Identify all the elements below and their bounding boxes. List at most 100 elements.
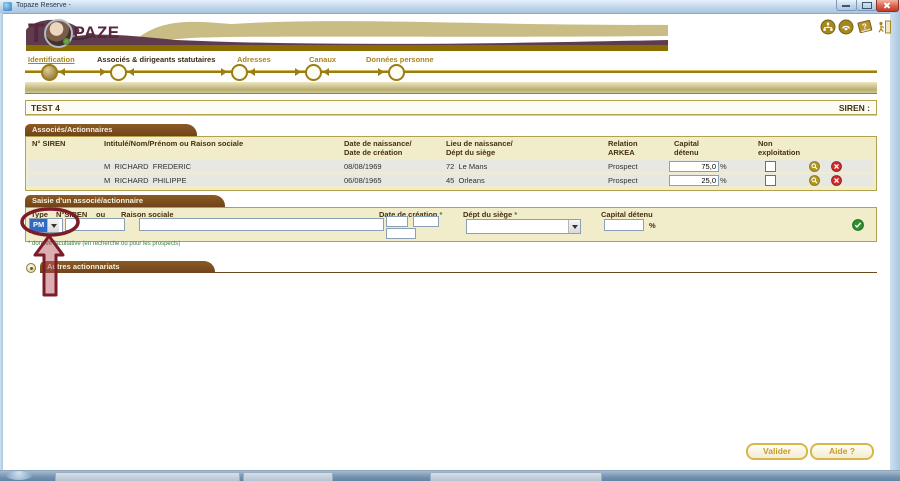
nav-step-channels[interactable]: Canaux [309,55,336,64]
minimize-button[interactable] [836,0,857,11]
help-book-icon[interactable]: ? [856,18,874,35]
taskbar-item[interactable] [243,472,333,481]
start-button[interactable] [6,471,32,480]
phone-icon[interactable] [838,19,854,35]
wizard-arrow-icon [59,68,65,76]
row-relation: Prospect [608,176,638,185]
col-header-capital: Capitaldétenu [674,140,699,157]
logo-portrait-avatar [44,19,73,48]
logo-text: PAZE [74,23,120,43]
window-frame-left [0,13,3,470]
col-header-birthdate: Date de naissance/Date de création [344,140,412,157]
window-title: Topaze Reserve - [16,2,71,9]
required-mark: * [439,210,442,219]
contacts-icon[interactable] [820,19,836,35]
percent-label: % [720,162,727,171]
associate-entry-form: Type N°SIREN ou Raison sociale Date de c… [25,207,877,242]
wizard-node-channels[interactable] [305,64,322,81]
window-titlebar: Topaze Reserve - [0,0,900,14]
capital-held-input[interactable] [669,161,719,172]
nav-step-person-data[interactable]: Données personne [366,55,434,64]
section-title-other-shareholdings: Autres actionnariats [40,261,215,273]
col-header-non-exploitation: Nonexploitation [758,140,800,157]
help-button[interactable]: Aide ? [810,443,874,460]
wizard-arrow-icon [323,68,329,76]
confirm-entry-icon[interactable] [852,219,864,231]
siren-input[interactable] [65,218,125,231]
wizard-arrow-icon [378,68,384,76]
capital-input[interactable] [604,219,644,231]
non-exploitation-checkbox[interactable] [765,175,776,186]
row-birthdate: 06/08/1965 [344,176,382,185]
section-title-associates: Associés/Actionnaires [25,124,197,136]
dept-label: Dépt du siège * [463,210,517,219]
entity-name: TEST 4 [31,103,60,113]
application-window: Topaze Reserve - T PAZE [0,0,900,481]
wizard-progress-line [25,70,877,73]
company-name-input[interactable] [139,218,384,231]
minimize-icon [842,5,850,7]
type-select-value: PM [30,219,47,232]
wizard-arrow-icon [128,68,134,76]
logo-letter-t: T [28,20,43,46]
non-exploitation-checkbox[interactable] [765,161,776,172]
taskbar-item[interactable] [55,472,240,481]
row-name: M RICHARD FREDERIC [104,162,191,171]
chevron-down-icon[interactable] [568,220,580,233]
lookup-icon[interactable] [809,161,820,172]
banner-wave-art [26,14,668,52]
chevron-down-icon[interactable] [47,219,59,232]
col-header-siren: N° SIREN [32,140,65,149]
col-header-birthplace: Lieu de naissance/Dépt du siège [446,140,513,157]
taskbar-item[interactable] [430,472,602,481]
percent-label: % [649,221,656,230]
row-birthplace: 72 Le Mans [446,162,487,171]
validate-button[interactable]: Valider [746,443,808,460]
wizard-arrow-icon [295,68,301,76]
maximize-icon [862,2,872,9]
wizard-node-associates[interactable] [110,64,127,81]
topaze-logo: T PAZE [28,16,120,50]
wizard-arrow-icon [100,68,106,76]
maximize-button[interactable] [856,0,877,11]
wizard-node-identification[interactable] [41,64,58,81]
section-title-entry: Saisie d'un associé/actionnaire [25,195,225,207]
table-row: M RICHARD PHILIPPE 06/08/1965 45 Orleans… [28,174,874,186]
close-button[interactable] [876,0,899,12]
creation-month-input[interactable] [413,216,439,227]
nav-divider-band [25,82,877,94]
col-header-relation: RelationARKEA [608,140,638,157]
exit-door-icon[interactable] [876,19,892,35]
wizard-node-addresses[interactable] [231,64,248,81]
type-select[interactable]: PM [29,218,63,233]
wizard-arrow-icon [249,68,255,76]
required-mark: * [514,210,517,219]
lookup-icon[interactable] [809,175,820,186]
dept-select[interactable] [466,219,581,234]
optional-data-footnote: * donnée facultative (en recherche ou po… [28,241,180,247]
row-relation: Prospect [608,162,638,171]
row-birthdate: 08/08/1969 [344,162,382,171]
context-bar: TEST 4 SIREN : [25,100,877,115]
siren-label: SIREN : [839,103,870,113]
window-frame-right [890,13,900,470]
row-birthplace: 45 Orleans [446,176,485,185]
wizard-node-person-data[interactable] [388,64,405,81]
nav-step-identification[interactable]: Identification [28,55,75,64]
col-header-name: Intitulé/Nom/Prénom ou Raison sociale [104,140,243,149]
percent-label: % [720,176,727,185]
nav-step-addresses[interactable]: Adresses [237,55,271,64]
table-row: M RICHARD FREDERIC 08/08/1969 72 Le Mans… [28,160,874,172]
creation-year-input[interactable] [386,228,416,239]
delete-icon[interactable] [831,161,842,172]
app-icon [3,2,12,11]
expand-toggle-icon[interactable] [26,263,36,273]
creation-day-input[interactable] [386,216,408,227]
capital-label: Capital détenu [601,210,653,219]
capital-held-input[interactable] [669,175,719,186]
row-name: M RICHARD PHILIPPE [104,176,187,185]
banner-toolbar: ? [820,18,892,35]
delete-icon[interactable] [831,175,842,186]
wizard-arrow-icon [221,68,227,76]
nav-step-associates[interactable]: Associés & dirigeants statutaires [97,55,215,64]
